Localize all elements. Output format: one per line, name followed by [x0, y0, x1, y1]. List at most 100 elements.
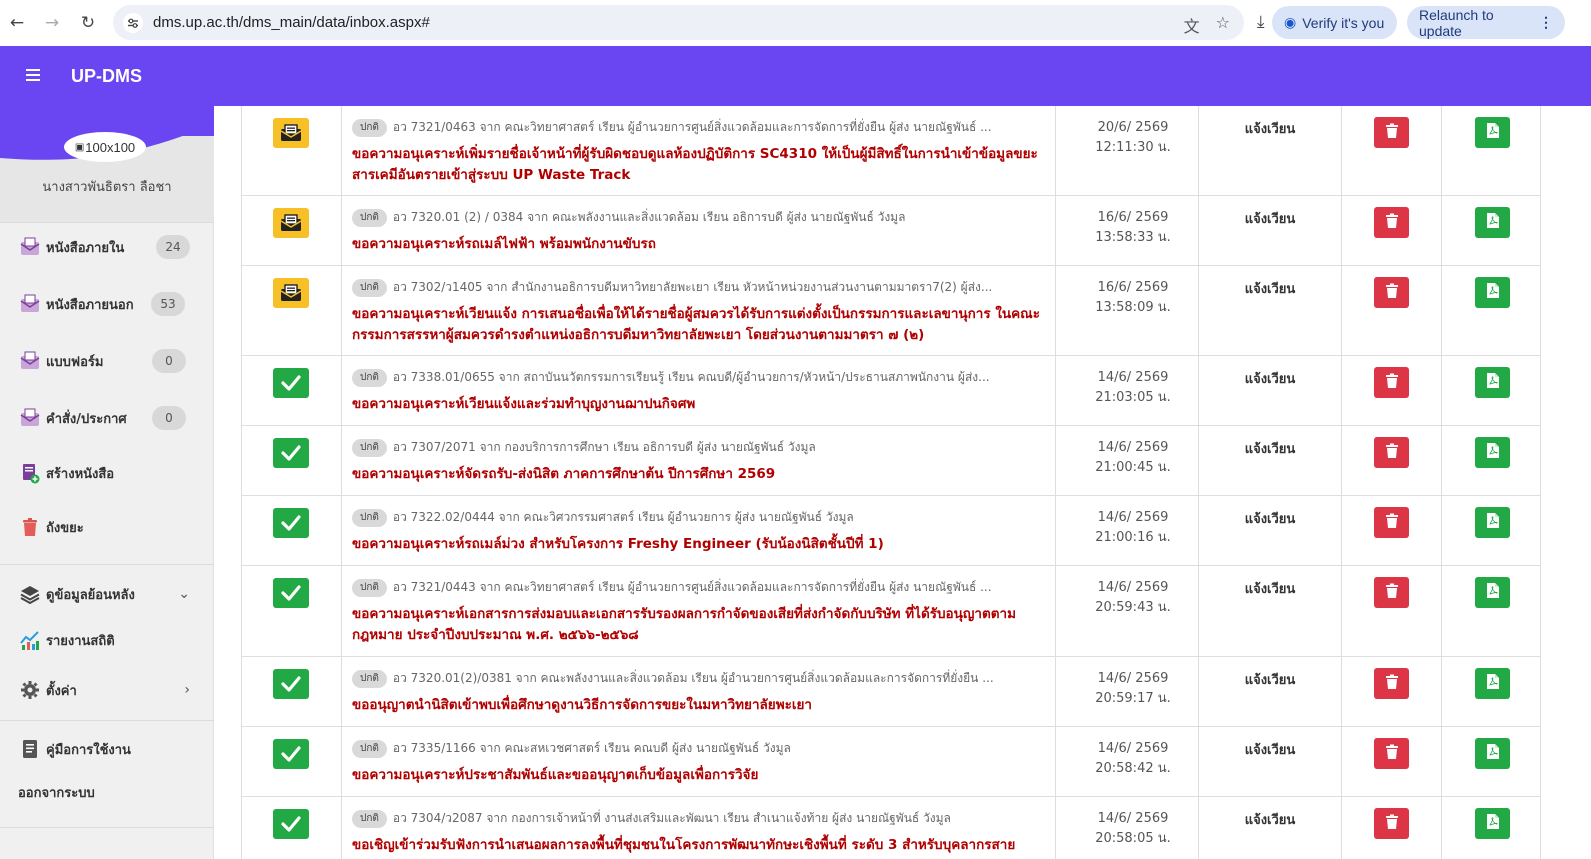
pdf-button[interactable] [1475, 808, 1510, 839]
relaunch-button[interactable]: Relaunch to update ⋮ [1407, 6, 1565, 39]
table-row[interactable]: ปกติ อว 7321/0443 จาก คณะวิทยาศาสตร์ เรี… [241, 566, 1541, 657]
pdf-button[interactable] [1475, 207, 1510, 238]
site-settings-icon[interactable] [123, 13, 143, 33]
unread-mail-icon[interactable] [273, 208, 309, 238]
bookmark-star-icon[interactable]: ☆ [1216, 13, 1230, 37]
document-subject-link[interactable]: ขอความอนุเคราะห์เวียนแจ้งและร่วมทำบุญงาน… [352, 394, 1047, 415]
sidebar-item-trash[interactable]: ถังขยะ [0, 507, 214, 547]
sidebar-item-create-document[interactable]: สร้างหนังสือ [0, 453, 214, 493]
sidebar-item-internal-docs[interactable]: หนังสือภายใน 24 [0, 227, 214, 267]
table-row[interactable]: ปกติ อว 7322.02/0444 จาก คณะวิศวกรรมศาสต… [241, 496, 1541, 566]
sidebar-item-history[interactable]: ดูข้อมูลย้อนหลัง ⌄ [0, 574, 214, 614]
count-badge: 0 [152, 406, 186, 430]
table-row[interactable]: ปกติ อว 7321/0463 จาก คณะวิทยาศาสตร์ เรี… [241, 106, 1541, 196]
delete-button[interactable] [1374, 577, 1409, 608]
read-check-icon[interactable] [273, 578, 309, 608]
pdf-button[interactable] [1475, 277, 1510, 308]
count-badge: 53 [151, 292, 185, 316]
sidebar-item-label: สร้างหนังสือ [46, 466, 115, 482]
table-row[interactable]: ปกติ อว 7307/2071 จาก กองบริการการศึกษา … [241, 426, 1541, 496]
profile-panel: ▣ 100x100 นางสาวพันธิตรา ลือชา [0, 106, 214, 222]
user-name: นางสาวพันธิตรา ลือชา [42, 180, 172, 195]
trash-icon [23, 518, 37, 536]
column-divider [1341, 106, 1342, 195]
delete-button[interactable] [1374, 207, 1409, 238]
read-check-icon[interactable] [273, 368, 309, 398]
unread-mail-icon[interactable] [273, 118, 309, 148]
read-check-icon[interactable] [273, 438, 309, 468]
table-row[interactable]: ปกติ อว 7320.01(2)/0381 จาก คณะพลังงานแล… [241, 657, 1541, 727]
reload-icon[interactable]: ↻ [77, 12, 99, 34]
sidebar-item-external-docs[interactable]: หนังสือภายนอก 53 [0, 284, 214, 324]
table-row[interactable]: ปกติ อว 7338.01/0655 จาก สถาบันนวัตกรรมก… [241, 356, 1541, 426]
document-subject-link[interactable]: ขอความอนุเคราะห์รถเมล์ไฟฟ้า พร้อมพนักงาน… [352, 234, 1047, 255]
received-time: 21:00:45 น. [1095, 460, 1171, 475]
pdf-button[interactable] [1475, 507, 1510, 538]
trash-icon [1385, 513, 1399, 532]
document-type: แจ้งเวียน [1244, 212, 1296, 227]
translate-icon[interactable]: 文 [1184, 13, 1200, 37]
hamburger-menu-icon[interactable] [26, 69, 40, 81]
delete-button[interactable] [1374, 367, 1409, 398]
sidebar-item-settings[interactable]: ตั้งค่า › [0, 670, 214, 710]
document-subject-link[interactable]: ขอความอนุเคราะห์จัดรถรับ-ส่งนิสิต ภาคการ… [352, 464, 1047, 485]
column-divider [1055, 657, 1056, 726]
delete-button[interactable] [1374, 668, 1409, 699]
document-subject-link[interactable]: ขออนุญาตนำนิสิตเข้าพบเพื่อศึกษาดูงานวิธี… [352, 695, 1047, 716]
column-divider [1055, 106, 1056, 195]
pdf-button[interactable] [1475, 668, 1510, 699]
verify-button[interactable]: ◉ Verify it's you [1272, 6, 1397, 39]
delete-button[interactable] [1374, 507, 1409, 538]
column-divider [341, 426, 342, 495]
pdf-button[interactable] [1475, 437, 1510, 468]
chart-icon [20, 631, 39, 650]
column-divider [1198, 266, 1199, 355]
delete-button[interactable] [1374, 277, 1409, 308]
priority-badge: ปกติ [352, 739, 387, 758]
column-divider [1198, 496, 1199, 565]
document-subject-link[interactable]: ขอความอนุเคราะห์เวียนแจ้ง การเสนอชื่อเพื… [352, 304, 1047, 346]
forward-arrow-icon[interactable]: → [41, 12, 63, 34]
delete-button[interactable] [1374, 808, 1409, 839]
document-subject-link[interactable]: ขอความอนุเคราะห์เอกสารการส่งมอบและเอกสาร… [352, 604, 1047, 646]
address-bar[interactable]: dms.up.ac.th/dms_main/data/inbox.aspx# 文… [113, 5, 1244, 40]
received-date: 14/6/ 2569 [1097, 580, 1169, 595]
trash-icon [1385, 583, 1399, 602]
download-icon[interactable]: ⤓ [1257, 12, 1265, 32]
read-check-icon[interactable] [273, 739, 309, 769]
column-divider [1341, 496, 1342, 565]
document-meta: ปกติ อว 7321/0443 จาก คณะวิทยาศาสตร์ เรี… [352, 578, 992, 597]
document-subject-link[interactable]: ขอความอนุเคราะห์เพิ่มรายชื่อเจ้าหน้าที่ผ… [352, 144, 1047, 186]
delete-button[interactable] [1374, 437, 1409, 468]
document-subject-link[interactable]: ขอเชิญเข้าร่วมรับฟังการนำเสนอผลการลงพื้น… [352, 835, 1047, 859]
more-vert-icon[interactable]: ⋮ [1539, 14, 1553, 31]
sidebar-item-logout[interactable]: ออกจากระบบ [0, 772, 214, 812]
pdf-button[interactable] [1475, 577, 1510, 608]
sidebar-item-statistics[interactable]: รายงานสถิติ [0, 620, 214, 660]
table-row[interactable]: ปกติ อว 7320.01 (2) / 0384 จาก คณะพลังงา… [241, 196, 1541, 266]
table-row[interactable]: ปกติ อว 7302/ว1405 จาก สำนักงานอธิการบดี… [241, 266, 1541, 356]
read-check-icon[interactable] [273, 809, 309, 839]
delete-button[interactable] [1374, 738, 1409, 769]
delete-button[interactable] [1374, 117, 1409, 148]
pdf-button[interactable] [1475, 367, 1510, 398]
read-check-icon[interactable] [273, 508, 309, 538]
table-row[interactable]: ปกติ อว 7304/ว2087 จาก กองการเจ้าหน้าที่… [241, 797, 1541, 859]
pdf-button[interactable] [1475, 117, 1510, 148]
table-row[interactable]: ปกติ อว 7335/1166 จาก คณะสหเวชศาสตร์ เรี… [241, 727, 1541, 797]
document-subject-link[interactable]: ขอความอนุเคราะห์ประชาสัมพันธ์และขออนุญาต… [352, 765, 1047, 786]
sidebar-item-orders[interactable]: คำสั่ง/ประกาศ 0 [0, 398, 214, 438]
column-divider [341, 657, 342, 726]
read-check-icon[interactable] [273, 669, 309, 699]
unread-mail-icon[interactable] [273, 278, 309, 308]
received-datetime: 14/6/ 2569 21:00:16 น. [1087, 508, 1179, 548]
column-divider [1198, 356, 1199, 425]
column-divider [1055, 797, 1056, 859]
sidebar-item-manual[interactable]: คู่มือการใช้งาน [0, 729, 214, 769]
url-text: dms.up.ac.th/dms_main/data/inbox.aspx# [153, 14, 430, 31]
back-arrow-icon[interactable]: ← [6, 12, 28, 34]
document-subject-link[interactable]: ขอความอนุเคราะห์รถเมล์ม่วง สำหรับโครงการ… [352, 534, 1047, 555]
sidebar-item-forms[interactable]: แบบฟอร์ม 0 [0, 341, 214, 381]
pdf-button[interactable] [1475, 738, 1510, 769]
column-divider [1198, 106, 1199, 195]
